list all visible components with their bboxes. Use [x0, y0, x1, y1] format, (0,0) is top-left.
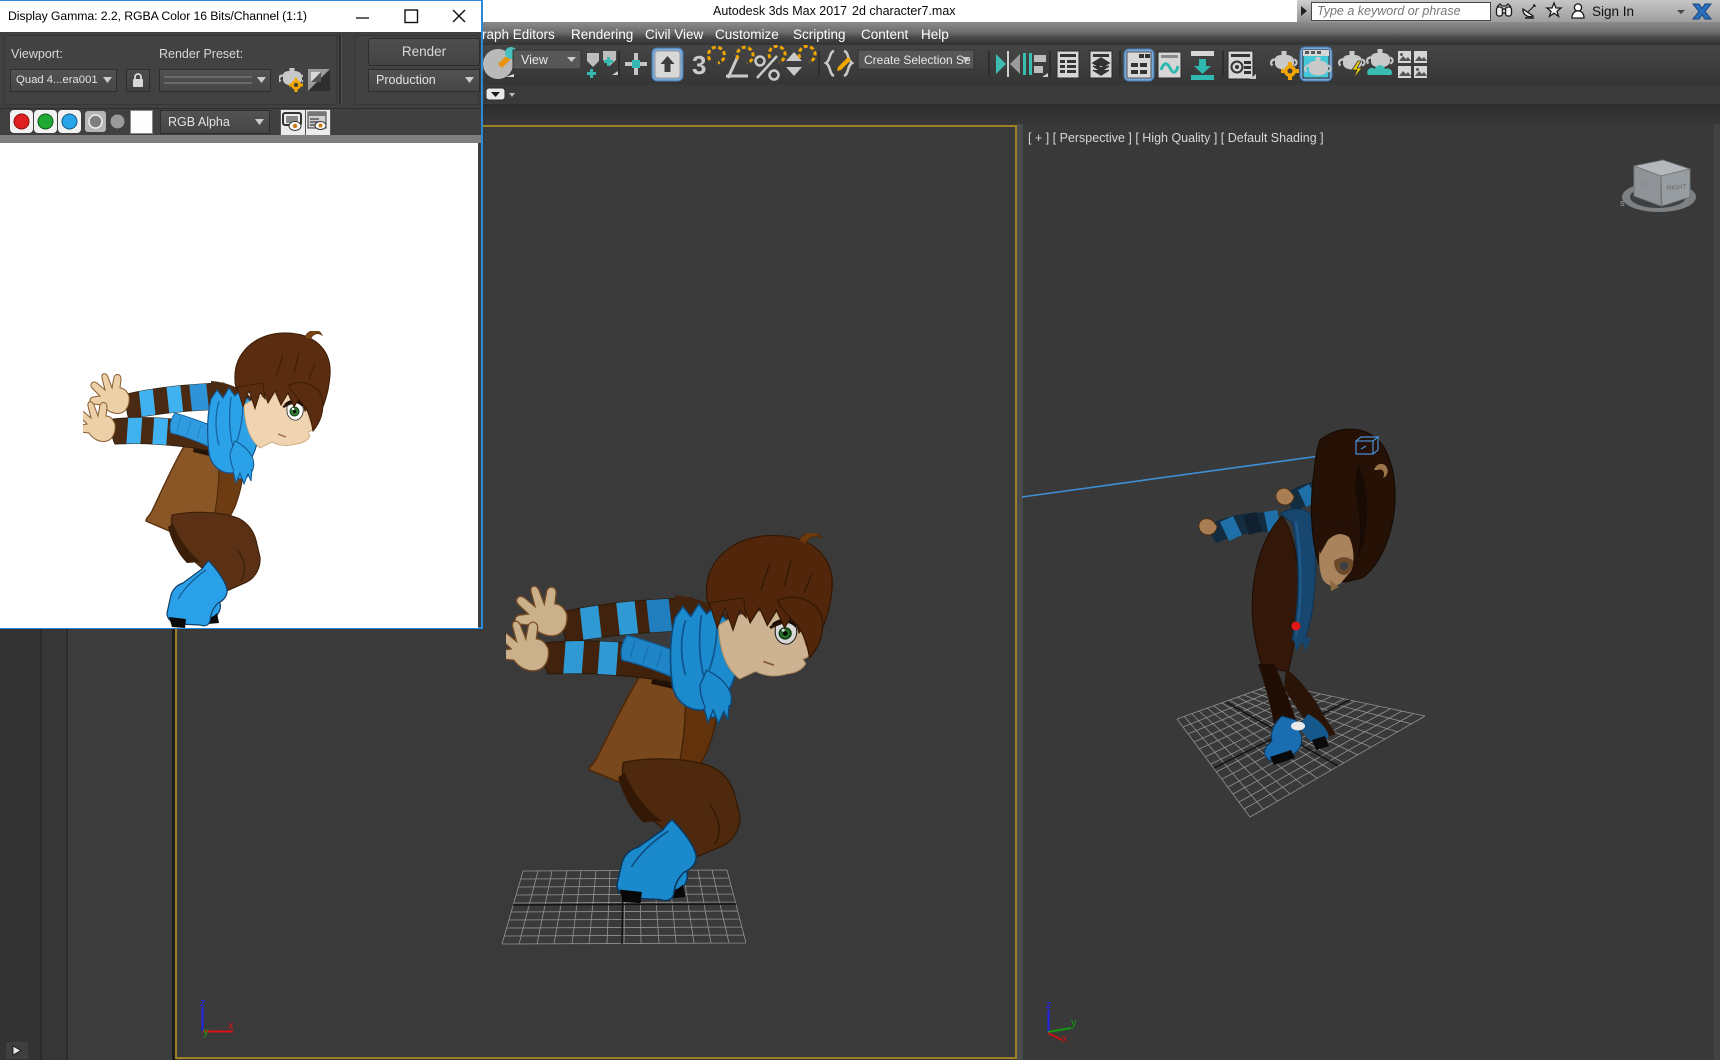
svg-text:y: y	[203, 1026, 209, 1038]
svg-text:x: x	[228, 1020, 234, 1032]
svg-text:RIGHT: RIGHT	[1667, 184, 1687, 192]
svg-text:z: z	[1046, 999, 1052, 1011]
svg-text:y: y	[1071, 1017, 1077, 1029]
svg-text:S: S	[1620, 201, 1625, 208]
svg-text:z: z	[200, 997, 206, 1009]
svg-text:..T: ..T	[1640, 183, 1647, 190]
svg-text:x: x	[1062, 1033, 1068, 1045]
